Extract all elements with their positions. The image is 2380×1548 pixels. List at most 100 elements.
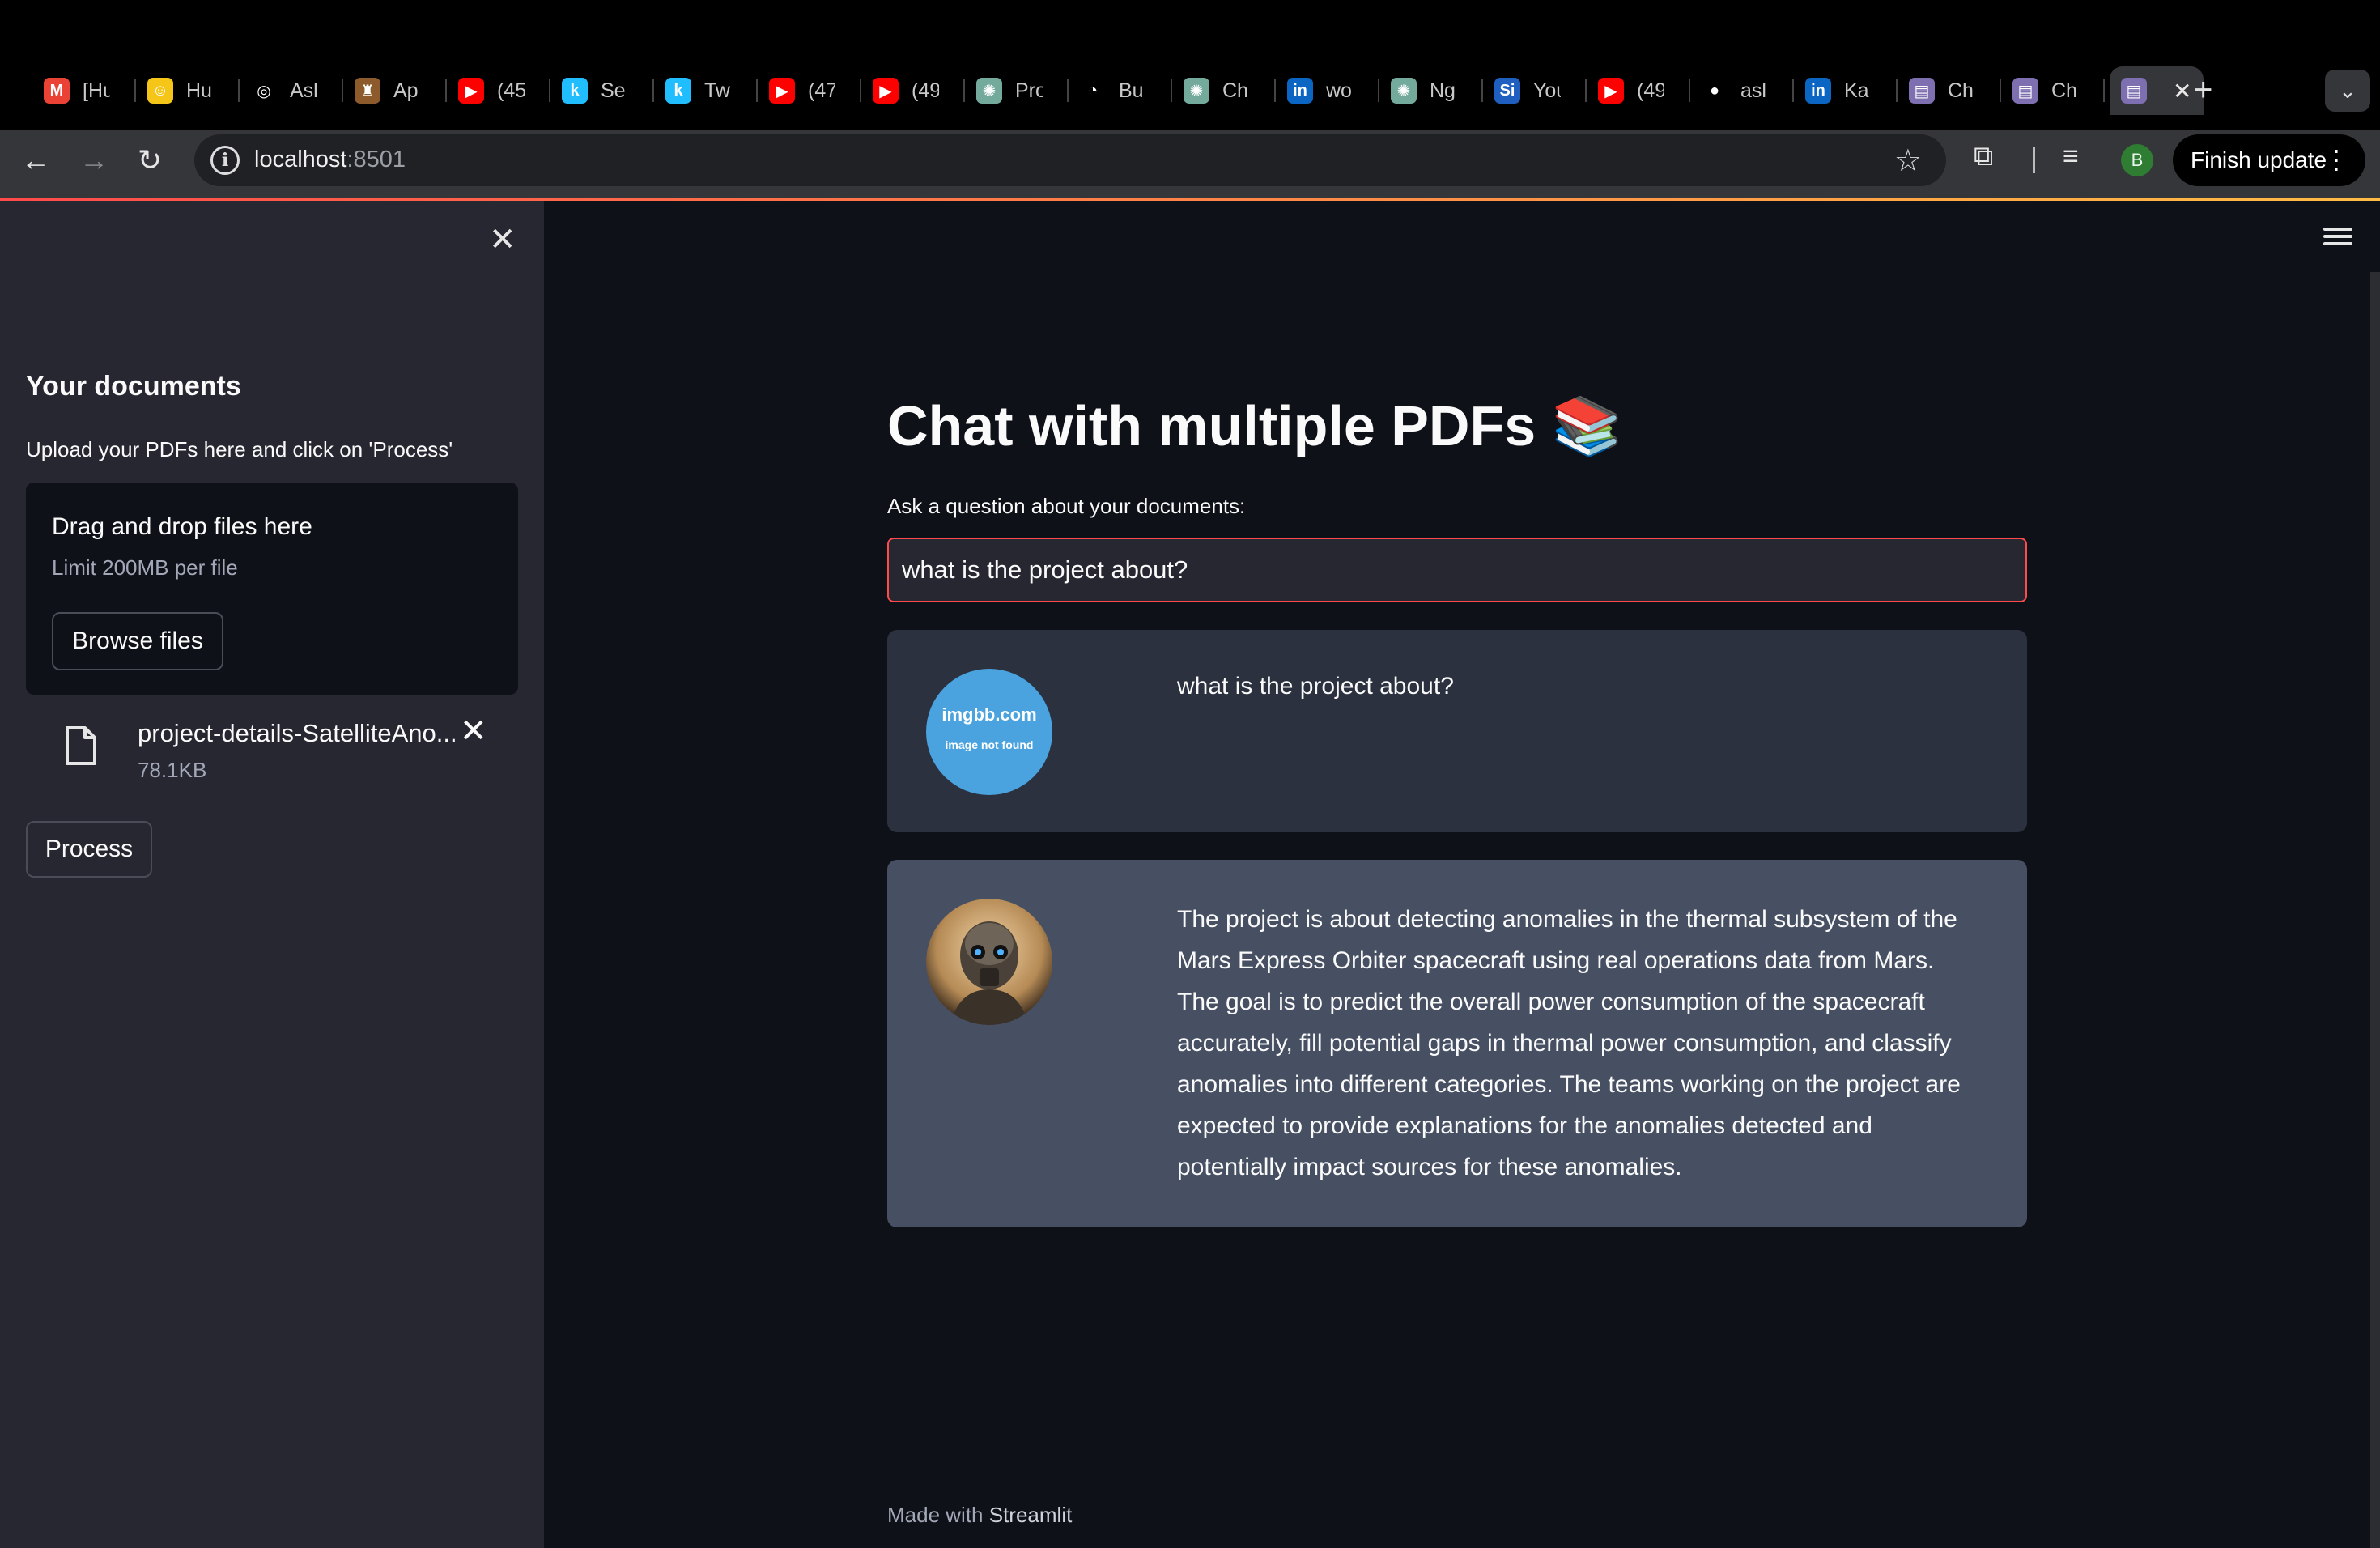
back-arrow-icon[interactable]: ← <box>21 142 50 178</box>
browser-tab-title: (49 <box>912 79 939 102</box>
linkedin-icon: in <box>1287 78 1313 104</box>
browser-tab[interactable]: M [Hu <box>32 66 136 115</box>
finish-update-label: Finish update <box>2191 147 2327 172</box>
url-text[interactable]: localhost:8501 <box>254 147 406 173</box>
file-name: project-details-SatelliteAno... <box>138 719 457 747</box>
youtube-icon: ▶ <box>873 78 899 104</box>
uploaded-file-item: project-details-SatelliteAno... 78.1KB ✕ <box>26 711 518 784</box>
close-tab-icon[interactable]: ✕ <box>2173 78 2191 104</box>
github-icon: ● <box>1702 78 1728 104</box>
remove-file-icon[interactable]: ✕ <box>460 712 487 750</box>
browser-tab-title: (47 <box>808 79 835 102</box>
browser-tab-title: Hu <box>186 79 212 102</box>
browser-tab-title: Pro <box>1015 79 1043 102</box>
chatgpt-icon: ✺ <box>1391 78 1417 104</box>
browser-tab[interactable]: ◎ Asl <box>240 66 343 115</box>
browser-tab-title: Asl <box>290 79 317 102</box>
gmail-icon: M <box>44 78 70 104</box>
reload-icon[interactable]: ↻ <box>138 142 162 178</box>
scrollbar[interactable] <box>2370 272 2380 1548</box>
profile-avatar[interactable]: B <box>2121 144 2153 176</box>
kaggle-icon: k <box>665 78 691 104</box>
youtube-icon: ▶ <box>458 78 484 104</box>
browser-tab-title: (49 <box>1637 79 1664 102</box>
bookmark-star-icon[interactable]: ☆ <box>1894 142 1922 179</box>
toolbar-divider <box>2033 147 2035 173</box>
browser-tab-title: Bu <box>1119 79 1144 102</box>
finish-update-button[interactable]: Finish update ⋮ <box>2173 134 2365 186</box>
browser-tab[interactable]: ♜ Ap <box>343 66 447 115</box>
browser-tab-title: Ch <box>1222 79 1248 102</box>
tab-search-button[interactable]: ⌄ <box>2325 70 2370 112</box>
browser-tab[interactable]: ▤ Ch <box>2001 66 2105 115</box>
browser-tab[interactable]: ● asl <box>1690 66 1794 115</box>
chevron-down-icon: ⌄ <box>2339 78 2357 103</box>
robot-avatar <box>926 899 1052 1025</box>
browser-tab-title: Ka <box>1844 79 1869 102</box>
books-icon: ▤ <box>2012 78 2038 104</box>
browse-files-button[interactable]: Browse files <box>52 612 223 670</box>
main-menu-icon[interactable] <box>2322 223 2354 256</box>
new-tab-button[interactable]: + <box>2194 70 2212 110</box>
dropzone-title: Drag and drop files here <box>52 513 312 540</box>
upload-label: Upload your PDFs here and click on 'Proc… <box>26 437 453 461</box>
bot-message-text: The project is about detecting anomalies… <box>1177 906 1961 1180</box>
browser-tab[interactable]: ✺ Ch <box>1172 66 1276 115</box>
browser-tab[interactable]: k Se <box>550 66 654 115</box>
browser-tab-title: asl <box>1740 79 1766 102</box>
si-icon: Si <box>1494 78 1520 104</box>
linkedin-icon: in <box>1805 78 1831 104</box>
browser-tab-title: Ch <box>1948 79 1974 102</box>
file-size: 78.1KB <box>138 758 207 782</box>
browser-tab[interactable]: ▶ (45 <box>447 66 550 115</box>
browser-tab[interactable]: Si You <box>1483 66 1587 115</box>
browser-tab[interactable]: ▶ (49 <box>861 66 965 115</box>
openai-icon: ◎ <box>251 78 277 104</box>
browser-tab-title: You <box>1533 79 1561 102</box>
browser-tab-active[interactable]: ▤ ✕ <box>2110 66 2204 115</box>
site-info-icon[interactable]: i <box>210 146 240 175</box>
browser-tab[interactable]: ▶ (47 <box>758 66 861 115</box>
browser-tab[interactable]: ◔ Bu <box>1069 66 1172 115</box>
user-avatar: imgbb.com image not found <box>926 669 1052 795</box>
browser-tab[interactable]: ▤ Ch <box>1898 66 2001 115</box>
browser-tab-title: Se <box>601 79 626 102</box>
user-message: imgbb.com image not found what is the pr… <box>887 630 2027 832</box>
chatgpt-icon: ✺ <box>976 78 1002 104</box>
browser-tab[interactable]: ✺ Ng <box>1379 66 1483 115</box>
browser-tab[interactable]: ✺ Pro <box>965 66 1069 115</box>
question-input[interactable] <box>887 538 2027 602</box>
footer: Made with Streamlit <box>887 1503 1073 1527</box>
browser-tab-title: Ch <box>2051 79 2077 102</box>
file-icon <box>66 726 96 765</box>
bot-message: The project is about detecting anomalies… <box>887 860 2027 1227</box>
streamlit-link[interactable]: Streamlit <box>989 1503 1073 1527</box>
dropzone-limit: Limit 200MB per file <box>52 555 238 580</box>
books-icon: ▤ <box>1909 78 1935 104</box>
file-dropzone[interactable]: Drag and drop files here Limit 200MB per… <box>26 483 518 695</box>
browser-tab[interactable]: k Tw <box>654 66 758 115</box>
browser-titlebar: M [Hu ☺ Hu ◎ Asl ♜ Ap ▶ (45 k Se k Tw ▶ (47 ▶ (49 ✺ Pro ◔ Bu ✺… <box>0 0 2380 130</box>
browser-tab-title: wo <box>1326 79 1352 102</box>
process-button[interactable]: Process <box>26 821 152 878</box>
browser-tab-title: [Hu <box>83 79 110 102</box>
sidebar: ✕ Your documents Upload your PDFs here a… <box>0 201 544 1548</box>
browser-tab[interactable]: ▶ (49 <box>1587 66 1690 115</box>
user-message-text: what is the project about? <box>1177 673 1454 700</box>
kaggle-icon: k <box>562 78 588 104</box>
browser-tab[interactable]: in Ka <box>1794 66 1898 115</box>
youtube-icon: ▶ <box>769 78 795 104</box>
browser-tab-title: Ap <box>393 79 419 102</box>
sidebar-title: Your documents <box>26 371 241 402</box>
sidebar-close-icon[interactable]: ✕ <box>489 222 516 257</box>
browser-tab-title: Tw <box>704 79 730 102</box>
browser-tab[interactable]: in wo <box>1276 66 1379 115</box>
media-queue-icon[interactable]: ≡ <box>2063 141 2079 172</box>
chatgpt-icon: ✺ <box>1184 78 1209 104</box>
extensions-puzzle-icon[interactable]: ⧉ <box>1974 141 1993 172</box>
hugging-face-icon: ☺ <box>147 78 173 104</box>
address-bar[interactable]: i localhost:8501 ☆ <box>194 134 1946 186</box>
page-title: Chat with multiple PDFs 📚 <box>887 394 1622 457</box>
browser-tab[interactable]: ☺ Hu <box>136 66 240 115</box>
forward-arrow-icon[interactable]: → <box>79 142 108 178</box>
